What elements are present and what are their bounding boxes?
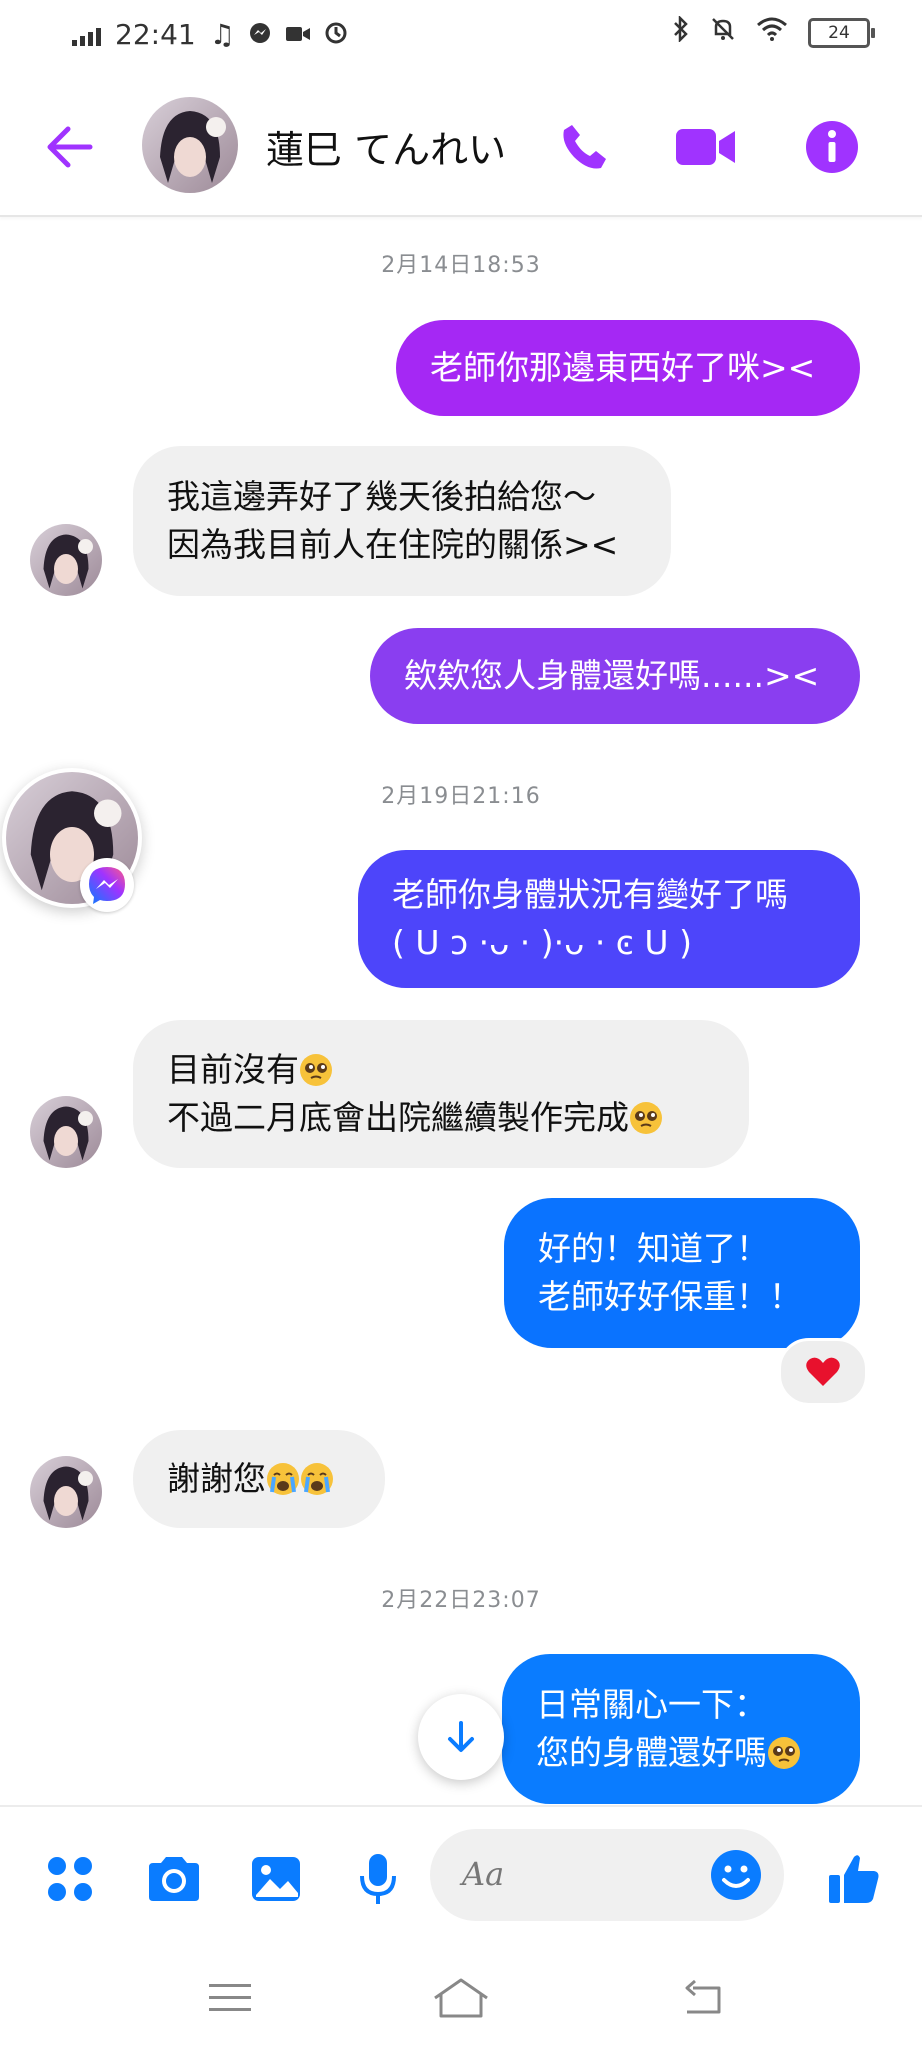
chat-header: 蓮巳 てんれい (0, 75, 922, 217)
video-status-icon (285, 18, 311, 51)
message-text-line: 老師你身體狀況有變好了嗎 (392, 875, 788, 914)
apps-button[interactable] (38, 1847, 102, 1911)
like-button[interactable] (822, 1847, 886, 1911)
message-composer: Aa (0, 1805, 922, 1957)
image-icon (252, 1857, 300, 1901)
message-text-line: 您的身體還好嗎 (536, 1729, 826, 1777)
message-text: 老師你那邊東西好了咪>< (430, 348, 816, 387)
outgoing-message[interactable]: 好的！知道了！ 老師好好保重！！ (504, 1198, 860, 1348)
contact-name[interactable]: 蓮巳 てんれい (266, 119, 506, 174)
recent-apps-button[interactable] (200, 1973, 260, 2023)
outgoing-message[interactable]: 日常關心一下： 您的身體還好嗎 (502, 1654, 860, 1804)
pleading-face-icon (768, 1737, 800, 1769)
back-icon (685, 1979, 721, 2014)
messenger-status-icon (249, 18, 271, 51)
message-input[interactable]: Aa (430, 1829, 784, 1921)
pleading-face-icon (300, 1054, 332, 1086)
timestamp: 2月14日18:53 (381, 253, 541, 278)
video-call-button[interactable] (674, 115, 738, 179)
mic-icon (360, 1854, 396, 1904)
voice-call-button[interactable] (552, 115, 616, 179)
timestamp: 2月22日23:07 (381, 1588, 541, 1613)
contact-avatar[interactable] (142, 97, 238, 193)
chat-head-bubble[interactable] (2, 768, 142, 912)
voice-message-button[interactable] (346, 1847, 410, 1911)
status-time: 22:41 (115, 18, 196, 51)
sender-avatar[interactable] (30, 1096, 102, 1168)
back-arrow-icon (47, 126, 93, 168)
system-navigation-bar (0, 1955, 922, 2048)
bluetooth-icon (672, 14, 690, 49)
message-text-line: ( U ͻ ·ᴗ · )·ᴗ · ͼ U ) (392, 923, 692, 962)
arrow-down-icon (448, 1721, 474, 1752)
sync-status-icon (325, 18, 347, 51)
pleading-face-icon (630, 1102, 662, 1134)
phone-icon (563, 125, 606, 169)
message-text-line: 老師好好保重！！ (538, 1277, 802, 1316)
scroll-to-bottom-button[interactable] (418, 1694, 504, 1780)
message-text-line: 因為我目前人在住院的關係>< (167, 525, 619, 564)
outgoing-message[interactable]: 欸欸您人身體還好嗎......>< (370, 628, 860, 724)
incoming-message[interactable]: 謝謝您 (133, 1430, 385, 1528)
apps-icon (48, 1857, 92, 1901)
gallery-button[interactable] (244, 1847, 308, 1911)
info-icon (806, 121, 858, 173)
home-button[interactable] (431, 1973, 491, 2023)
crying-face-icon (267, 1463, 299, 1495)
message-reaction[interactable] (778, 1338, 868, 1406)
message-text: 您的身體還好嗎 (536, 1733, 767, 1772)
wifi-icon (756, 17, 788, 48)
system-back-button[interactable] (672, 1973, 732, 2023)
message-input-placeholder: Aa (462, 1855, 505, 1893)
menu-icon (209, 1984, 251, 2011)
emoji-icon (711, 1850, 761, 1900)
music-icon: ♫ (209, 18, 235, 51)
outgoing-message[interactable]: 老師你那邊東西好了咪>< (396, 320, 860, 416)
home-icon (434, 1978, 488, 2018)
message-text-line: 謝謝您 (167, 1455, 351, 1503)
message-text-line: 好的！知道了！ (538, 1229, 769, 1268)
message-text-line: 目前沒有 (167, 1046, 715, 1094)
like-icon (829, 1855, 879, 1903)
message-text: 不過二月底會出院繼續製作完成 (167, 1098, 629, 1137)
battery-indicator: 24 (808, 17, 875, 48)
back-button[interactable] (40, 117, 100, 177)
outgoing-message[interactable]: 老師你身體狀況有變好了嗎 ( U ͻ ·ᴗ · )·ᴗ · ͼ U ) (358, 850, 860, 988)
incoming-message[interactable]: 目前沒有 不過二月底會出院繼續製作完成 (133, 1020, 749, 1168)
message-text-line: 不過二月底會出院繼續製作完成 (167, 1094, 715, 1142)
message-text: 欸欸您人身體還好嗎......>< (404, 656, 820, 695)
camera-icon (149, 1857, 199, 1901)
crying-face-icon (301, 1463, 333, 1495)
message-text-line: 我這邊弄好了幾天後拍給您～ (167, 477, 596, 516)
status-bar: 22:41 ♫ 24 (0, 0, 922, 75)
info-button[interactable] (800, 115, 864, 179)
heart-icon (806, 1357, 840, 1386)
sender-avatar[interactable] (30, 524, 102, 596)
message-text: 目前沒有 (167, 1050, 299, 1089)
video-icon (676, 129, 735, 165)
incoming-message[interactable]: 我這邊弄好了幾天後拍給您～ 因為我目前人在住院的關係>< (133, 446, 671, 596)
message-text: 謝謝您 (167, 1459, 266, 1498)
messenger-badge-icon (80, 858, 134, 912)
emoji-button[interactable] (708, 1847, 764, 1903)
signal-icon (72, 24, 101, 46)
timestamp: 2月19日21:16 (381, 784, 541, 809)
mute-bell-icon (710, 16, 736, 49)
sender-avatar[interactable] (30, 1456, 102, 1528)
camera-button[interactable] (142, 1847, 206, 1911)
message-text-line: 日常關心一下： (536, 1685, 767, 1724)
